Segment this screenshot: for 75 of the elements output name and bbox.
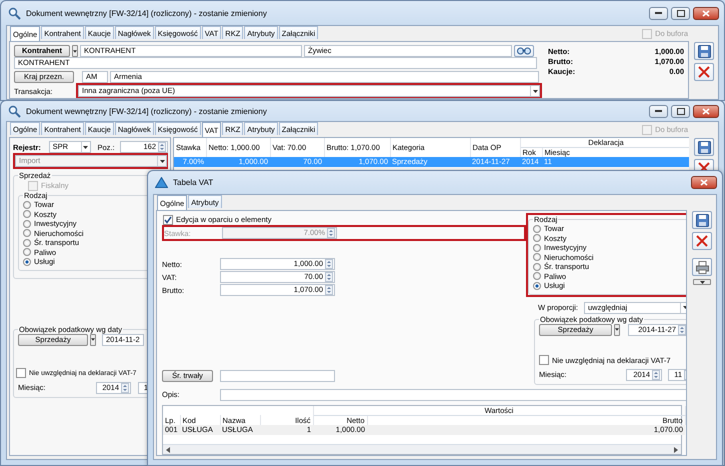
caret-icon	[700, 280, 704, 284]
caret-icon	[682, 306, 686, 309]
radio-button[interactable]	[23, 238, 31, 247]
search-icon	[8, 6, 21, 20]
save-icon	[696, 214, 708, 226]
print-button[interactable]	[692, 258, 712, 276]
left-arrow-icon[interactable]	[166, 446, 170, 452]
radio-button[interactable]	[533, 253, 541, 262]
radio-button[interactable]	[533, 282, 541, 290]
checkbox[interactable]	[16, 368, 26, 378]
dropdown-button[interactable]	[693, 279, 711, 285]
save-button[interactable]	[692, 211, 712, 229]
spinner-icon[interactable]	[121, 382, 129, 392]
radio-button[interactable]	[23, 248, 31, 256]
caret-icon	[615, 328, 619, 331]
radio-button[interactable]	[23, 210, 31, 218]
radio-button[interactable]	[533, 224, 541, 233]
window-title: Dokument wewnętrzny [FW-32/14] (rozliczony) - zostanie zmieniony	[26, 106, 268, 116]
triangle-icon	[155, 177, 168, 188]
minimize-button[interactable]	[649, 6, 668, 20]
save-button[interactable]	[694, 138, 714, 156]
checkbox[interactable]	[163, 214, 173, 224]
dropdown-button[interactable]	[90, 334, 96, 346]
caret-icon	[532, 90, 538, 92]
dropdown-button[interactable]	[614, 324, 620, 336]
save-button[interactable]	[694, 42, 714, 60]
spinner-icon[interactable]	[325, 285, 333, 295]
radio-button[interactable]	[23, 258, 31, 266]
caret-icon	[91, 338, 95, 341]
caret-icon	[73, 50, 77, 52]
radio-button[interactable]	[23, 229, 31, 238]
horizontal-scrollbar[interactable]	[163, 444, 681, 454]
radio-button[interactable]	[23, 220, 31, 228]
window-title: Dokument wewnętrzny [FW-32/14] (rozliczony) - zostanie zmieniony	[26, 8, 268, 18]
minimize-button[interactable]	[649, 104, 668, 118]
close-icon	[700, 179, 708, 186]
lookup-button[interactable]	[514, 45, 534, 57]
close-button[interactable]	[693, 104, 719, 118]
close-icon	[702, 10, 710, 16]
cancel-button[interactable]	[694, 63, 714, 81]
minimize-icon	[655, 12, 662, 14]
fixed-asset-field[interactable]	[220, 370, 335, 382]
save-icon	[698, 44, 710, 58]
search-icon	[8, 104, 21, 118]
maximize-button[interactable]	[671, 6, 690, 20]
close-button[interactable]	[693, 6, 719, 20]
binoculars-icon	[517, 47, 531, 55]
spinner-icon[interactable]	[325, 259, 333, 269]
spinner-icon[interactable]	[678, 324, 686, 334]
radio-button[interactable]	[533, 244, 541, 252]
printer-icon	[696, 260, 708, 274]
maximize-icon	[676, 108, 684, 114]
window-title: Tabela VAT	[173, 178, 214, 187]
save-icon	[698, 140, 710, 154]
radio-button[interactable]	[533, 262, 541, 271]
close-button[interactable]	[691, 176, 717, 189]
radio-button[interactable]	[23, 200, 31, 209]
spinner-icon[interactable]	[158, 142, 166, 152]
radio-button[interactable]	[533, 234, 541, 242]
right-arrow-icon[interactable]	[674, 446, 678, 452]
cancel-icon	[698, 66, 710, 78]
cancel-button[interactable]	[692, 232, 712, 250]
description-field[interactable]	[220, 388, 686, 401]
maximize-icon	[676, 10, 684, 16]
caret-icon	[83, 146, 88, 148]
dropdown-button[interactable]	[72, 45, 78, 57]
spinner-icon[interactable]	[652, 370, 660, 380]
spinner-icon[interactable]	[325, 272, 333, 282]
minimize-icon	[655, 110, 662, 112]
checkbox[interactable]	[539, 355, 549, 365]
maximize-button[interactable]	[671, 104, 690, 118]
cancel-icon	[696, 235, 708, 247]
radio-button[interactable]	[533, 272, 541, 280]
close-icon	[702, 108, 710, 114]
caret-icon	[160, 160, 164, 162]
